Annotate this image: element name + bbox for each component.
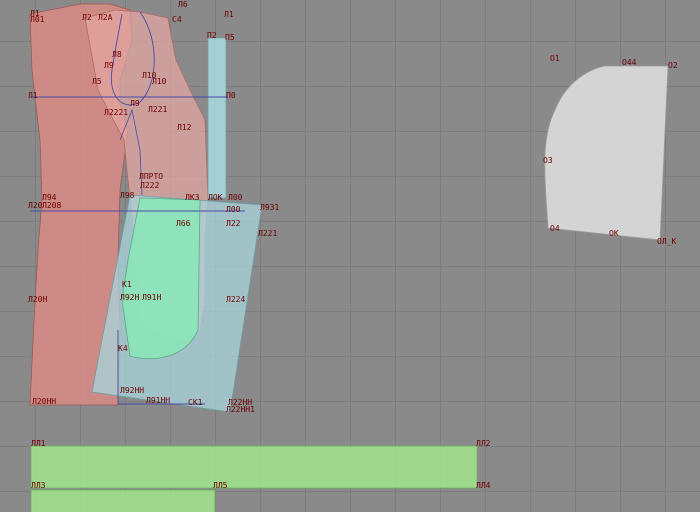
pattern-drawing[interactable]: Л1 Л01 Л2 Л2А С4 Л6 Л1 П2 П5 Л8 Л9 Л5 Л1… xyxy=(0,0,700,512)
label-o4: О4 xyxy=(550,224,560,233)
label-c4: С4 xyxy=(172,15,182,24)
label-l91hh: Л91НН xyxy=(146,396,170,405)
label-l92hh: Л92НН xyxy=(120,386,144,395)
label-ol-k: ОЛ_К xyxy=(657,237,676,246)
label-l91h: Л91Н xyxy=(142,293,161,302)
label-l1-chest: Л1 xyxy=(28,91,38,100)
label-l9b: Л9 xyxy=(130,99,140,108)
label-l8: Л8 xyxy=(112,50,122,59)
label-k4: К4 xyxy=(118,344,128,353)
label-l2: Л2 xyxy=(82,13,92,22)
label-ll1: ЛЛ1 xyxy=(31,439,46,448)
label-l12: Л12 xyxy=(177,123,192,132)
label-l1-b: Л1 xyxy=(224,10,234,19)
pattern-canvas[interactable]: Л1 Л01 Л2 Л2А С4 Л6 Л1 П2 П5 Л8 Л9 Л5 Л1… xyxy=(0,0,700,512)
label-l20h: Л20Н xyxy=(28,295,47,304)
label-p0: П0 xyxy=(226,91,236,100)
label-l221b: Л221 xyxy=(258,229,277,238)
label-l221: Л221 xyxy=(148,105,167,114)
label-o2: О2 xyxy=(668,61,678,70)
label-l5: Л5 xyxy=(92,77,102,86)
label-o1: О1 xyxy=(550,54,560,63)
label-l01: Л01 xyxy=(30,15,45,24)
label-ll5: ЛЛ5 xyxy=(213,481,228,490)
label-l222: Л222 xyxy=(140,181,159,190)
label-lok: ЛОК xyxy=(208,193,223,202)
label-l22hh1: Л22НН1 xyxy=(226,405,255,414)
label-lprto: ЛПРТО xyxy=(139,172,163,181)
label-l10b: Л10 xyxy=(152,77,167,86)
label-l00b: Л00 xyxy=(226,205,241,214)
label-l98: Л98 xyxy=(120,191,135,200)
label-o3: О3 xyxy=(543,156,553,165)
label-p2: П2 xyxy=(207,31,217,40)
label-l22: Л22 xyxy=(226,219,241,228)
label-l92h: Л92Н xyxy=(120,293,139,302)
strip-bottom[interactable] xyxy=(30,489,216,512)
label-ll3: ЛЛ3 xyxy=(31,481,46,490)
label-ck1: СК1 xyxy=(188,398,203,407)
lining-strip[interactable] xyxy=(207,37,227,199)
label-l2a: Л2А xyxy=(98,13,113,22)
label-ll2: ЛЛ2 xyxy=(476,439,491,448)
label-l6: Л6 xyxy=(178,0,188,9)
label-ok: ОК xyxy=(609,229,619,238)
label-l224: Л224 xyxy=(226,295,245,304)
label-l208: Л208 xyxy=(42,201,61,210)
sleeve-piece[interactable] xyxy=(544,65,669,241)
label-lk3: ЛК3 xyxy=(185,193,200,202)
label-o44: О44 xyxy=(622,58,637,67)
label-k1: К1 xyxy=(122,280,132,289)
label-p5: П5 xyxy=(225,33,235,42)
label-l931: Л931 xyxy=(260,203,279,212)
label-l2221: Л2221 xyxy=(104,108,128,117)
label-ll4: ЛЛ4 xyxy=(476,481,491,490)
label-l20: Л20 xyxy=(28,201,43,210)
label-l20hh: Л20НН xyxy=(32,397,56,406)
label-l66: Л66 xyxy=(176,219,191,228)
strip-top[interactable] xyxy=(30,445,478,489)
label-l9: Л9 xyxy=(104,61,114,70)
label-l00: Л00 xyxy=(228,193,243,202)
